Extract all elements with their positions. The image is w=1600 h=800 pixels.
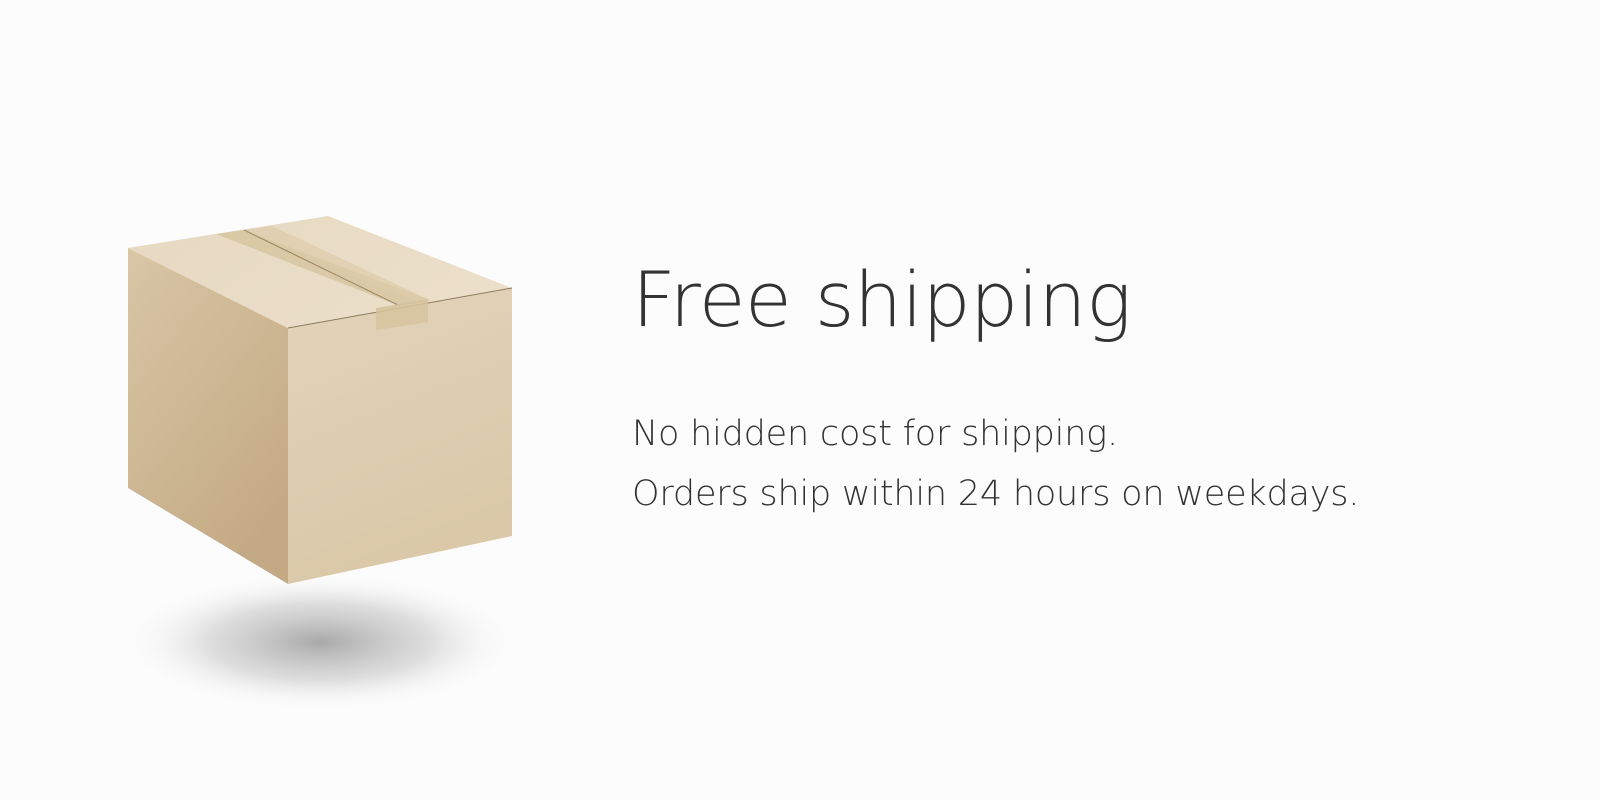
box-shadow	[120, 572, 520, 712]
description-line-1: No hidden cost for shipping.	[632, 414, 1118, 454]
box-right-face	[288, 288, 512, 584]
headline: Free shipping	[632, 255, 1132, 344]
free-shipping-hero: Free shipping No hidden cost for shippin…	[0, 0, 1600, 800]
description-line-2: Orders ship within 24 hours on weekdays.	[632, 474, 1360, 514]
description: No hidden cost for shipping. Orders ship…	[632, 404, 1532, 524]
shipping-info: Free shipping No hidden cost for shippin…	[632, 262, 1532, 524]
cardboard-box-icon	[100, 200, 540, 720]
